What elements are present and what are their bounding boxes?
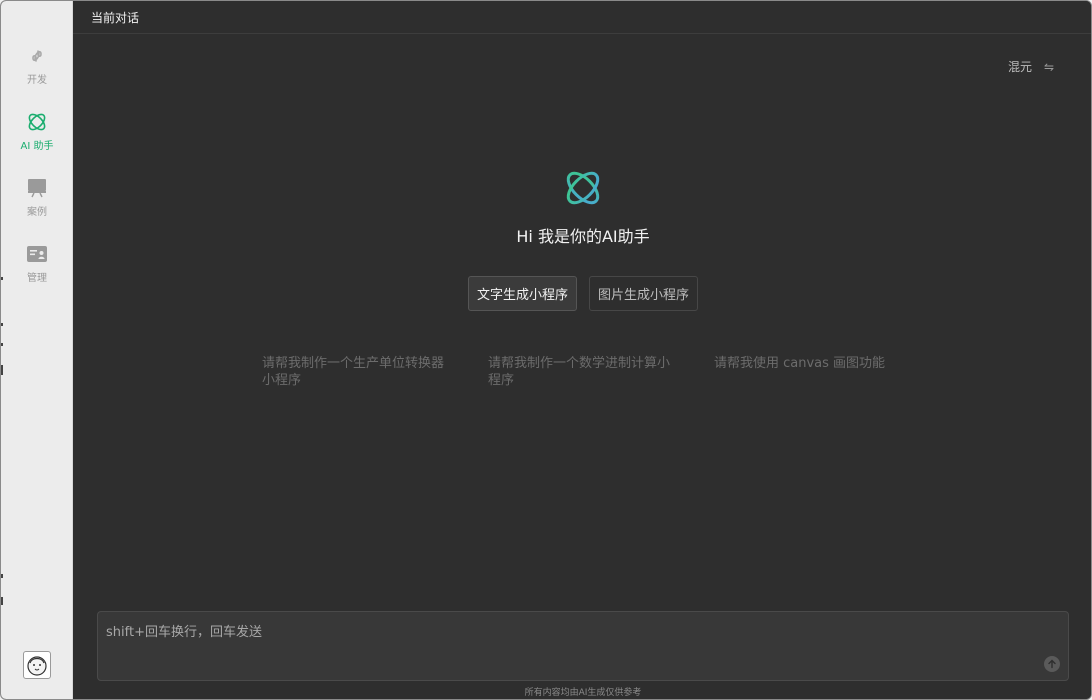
link-icon (32, 50, 42, 62)
sidebar-item-ai-assistant[interactable]: AI 助手 (1, 111, 73, 167)
suggestion-item[interactable]: 请帮我制作一个数学进制计算小程序 (488, 355, 678, 389)
image-to-miniprogram-button[interactable]: 图片生成小程序 (589, 276, 698, 311)
swap-icon[interactable]: ⇋ (1044, 60, 1054, 74)
sidebar-item-label: 开发 (27, 75, 47, 86)
sidebar-item-manage[interactable]: 管理 (1, 243, 73, 299)
welcome-greeting: Hi 我是你的AI助手 (516, 227, 650, 246)
ai-disclaimer: 所有内容均由AI生成仅供参考 (524, 688, 642, 698)
chat-header: 当前对话 (73, 1, 1091, 34)
suggestion-item[interactable]: 请帮我制作一个生产单位转换器小程序 (262, 355, 452, 389)
sidebar-item-label: AI 助手 (20, 141, 54, 152)
app-window: 开发 AI 助手 案例 管理 当前对话 混元 ⇋ Hi 我是你的AI助手 文字生… (0, 0, 1092, 700)
send-button[interactable] (1044, 656, 1060, 672)
suggestion-item[interactable]: 请帮我使用 canvas 画图功能 (714, 355, 904, 372)
avatar-face-icon (27, 656, 47, 676)
message-input-box (97, 611, 1069, 681)
sidebar-item-label: 案例 (27, 207, 47, 218)
conversation-title: 当前对话 (91, 11, 140, 25)
arrow-up-icon (1048, 659, 1056, 669)
atom-icon (28, 113, 46, 131)
text-to-miniprogram-button[interactable]: 文字生成小程序 (468, 276, 577, 311)
model-name: 混元 (1008, 60, 1033, 74)
sidebar-item-develop[interactable]: 开发 (1, 45, 73, 101)
sidebar: 开发 AI 助手 案例 管理 (1, 1, 73, 699)
user-avatar[interactable] (23, 651, 51, 679)
sidebar-item-cases[interactable]: 案例 (1, 177, 73, 233)
sidebar-item-label: 管理 (27, 273, 47, 284)
id-card-icon (27, 246, 47, 262)
presentation-icon (28, 179, 46, 198)
message-input[interactable] (98, 612, 1068, 680)
atom-logo-icon (566, 171, 600, 205)
chat-panel: 当前对话 混元 ⇋ Hi 我是你的AI助手 文字生成小程序 图片生成小程序 请帮… (73, 1, 1091, 699)
model-switcher[interactable]: 混元 ⇋ (1008, 58, 1054, 75)
